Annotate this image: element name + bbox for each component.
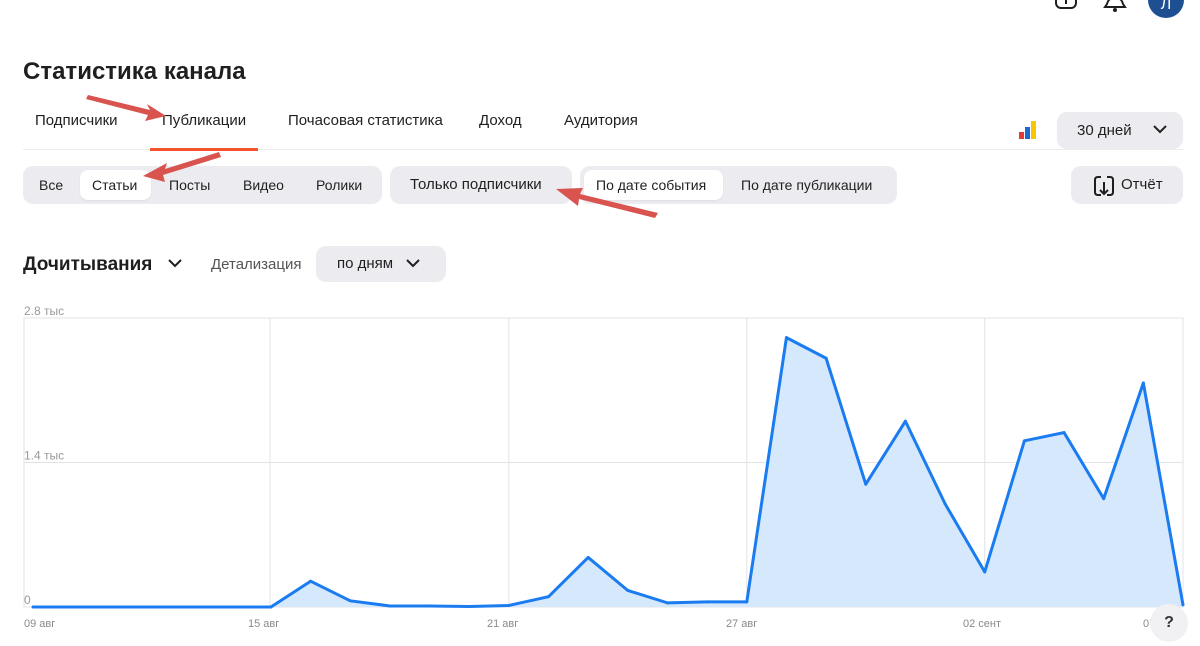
data-point[interactable] <box>507 603 511 607</box>
data-point[interactable] <box>388 604 392 608</box>
data-point[interactable] <box>705 600 709 604</box>
y-tick-label: 2.8 тыс <box>24 304 64 318</box>
data-point[interactable] <box>784 336 788 340</box>
avatar[interactable]: Л <box>1148 0 1184 18</box>
data-point[interactable] <box>665 601 669 605</box>
series-area <box>33 337 1183 607</box>
page-root: Л Статистика канала Подписчики Публикаци… <box>0 0 1200 646</box>
detail-value: по дням <box>337 255 394 272</box>
main-tabs: Подписчики Публикации Почасовая статисти… <box>23 100 1183 151</box>
data-point[interactable] <box>269 605 273 609</box>
data-point[interactable] <box>824 356 828 360</box>
data-point[interactable] <box>586 555 590 559</box>
chevron-down-icon <box>406 259 420 268</box>
data-point[interactable] <box>31 605 35 609</box>
content-type-filter: Все Статьи Посты Видео Ролики <box>23 166 382 204</box>
add-content-icon[interactable] <box>1053 0 1079 16</box>
x-tick-label: 15 авг <box>248 618 279 630</box>
tab-audience[interactable]: Аудитория <box>552 100 650 150</box>
reads-chart: 2.8 тыс 1.4 тыс 0 09 авг 15 авг 21 авг 27 авг… <box>23 304 1185 630</box>
data-point[interactable] <box>626 588 630 592</box>
filter-posts[interactable]: Посты <box>157 170 222 200</box>
filter-shorts[interactable]: Ролики <box>304 170 374 200</box>
data-point[interactable] <box>1181 603 1185 607</box>
chevron-down-icon[interactable] <box>167 259 183 269</box>
x-tick-label: 09 авг <box>24 618 55 630</box>
data-point[interactable] <box>467 604 471 608</box>
data-point[interactable] <box>348 599 352 603</box>
data-point[interactable] <box>943 502 947 506</box>
y-tick-label: 1.4 тыс <box>24 449 64 463</box>
tab-publications[interactable]: Публикации <box>150 100 259 151</box>
data-point[interactable] <box>71 605 75 609</box>
data-point[interactable] <box>1102 497 1106 501</box>
date-mode-event[interactable]: По дате события <box>584 170 723 200</box>
data-point[interactable] <box>110 605 114 609</box>
subscribers-only-label: Только подписчики <box>410 176 542 193</box>
x-tick-label: 21 авг <box>487 618 518 630</box>
data-point[interactable] <box>1141 381 1145 385</box>
metric-dropdown[interactable]: Дочитывания <box>23 254 152 276</box>
report-button[interactable]: Отчёт <box>1071 166 1183 204</box>
date-mode-filter: По дате события По дате публикации <box>580 166 897 204</box>
page-title: Статистика канала <box>23 58 246 85</box>
x-tick-label: 27 авг <box>726 618 757 630</box>
data-point[interactable] <box>150 605 154 609</box>
period-dropdown[interactable]: 30 дней <box>1057 112 1183 149</box>
filter-all[interactable]: Все <box>27 170 75 200</box>
data-point[interactable] <box>983 570 987 574</box>
period-label: 30 дней <box>1077 122 1132 139</box>
bar-chart-colored-icon <box>1019 121 1036 139</box>
data-point[interactable] <box>547 595 551 599</box>
chevron-down-icon <box>1153 125 1167 134</box>
report-label: Отчёт <box>1121 176 1163 193</box>
x-tick-label: 02 сент <box>963 618 1001 630</box>
bell-icon[interactable] <box>1102 0 1128 16</box>
tab-hourly-stats[interactable]: Почасовая статистика <box>276 100 455 150</box>
tab-income[interactable]: Доход <box>467 100 534 150</box>
data-point[interactable] <box>903 419 907 423</box>
download-report-icon <box>1094 176 1114 196</box>
help-button[interactable]: ? <box>1150 604 1188 642</box>
detail-dropdown[interactable]: по дням <box>316 246 446 282</box>
data-point[interactable] <box>1062 431 1066 435</box>
filter-video[interactable]: Видео <box>231 170 296 200</box>
detail-label: Детализация <box>211 256 302 273</box>
data-point[interactable] <box>428 604 432 608</box>
data-point[interactable] <box>745 600 749 604</box>
data-point[interactable] <box>309 579 313 583</box>
y-tick-label: 0 <box>24 593 31 607</box>
data-point[interactable] <box>1022 439 1026 443</box>
date-mode-publication[interactable]: По дате публикации <box>729 170 884 200</box>
data-point[interactable] <box>864 482 868 486</box>
subscribers-only-toggle[interactable]: Только подписчики <box>390 166 572 204</box>
filter-articles[interactable]: Статьи <box>80 170 151 200</box>
data-point[interactable] <box>229 605 233 609</box>
data-point[interactable] <box>190 605 194 609</box>
tab-subscribers[interactable]: Подписчики <box>23 100 130 150</box>
